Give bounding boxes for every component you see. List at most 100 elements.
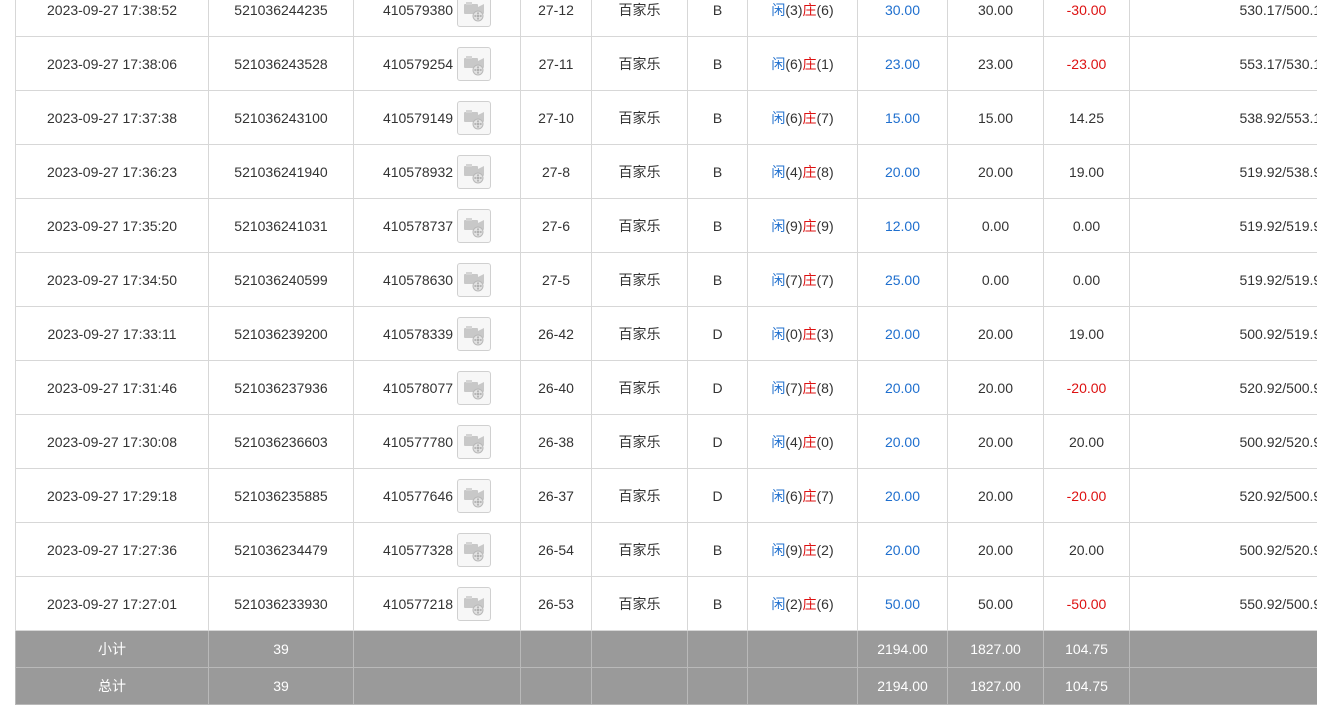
video-replay-button[interactable]: [457, 586, 492, 621]
player-score: (4): [785, 433, 803, 450]
video-replay-button[interactable]: [457, 262, 492, 297]
video-replay-button[interactable]: [457, 208, 492, 243]
bet-time: 2023-09-27 17:29:18: [15, 468, 209, 523]
video-camera-icon: [458, 268, 490, 292]
game-number-cell: 410577780: [353, 414, 521, 469]
video-camera-icon: [458, 160, 490, 184]
bet-number: 521036237936: [208, 360, 354, 415]
valid-bet: 23.00: [947, 36, 1044, 91]
valid-bet: 15.00: [947, 90, 1044, 145]
valid-bet: 20.00: [947, 414, 1044, 469]
player-score: (9): [785, 541, 803, 558]
balance-change: 500.92/520.92: [1129, 522, 1317, 577]
player-label: 闲: [771, 55, 786, 72]
video-replay-button[interactable]: [457, 370, 492, 405]
table-row: 2023-09-27 17:34:50 521036240599 410578630…: [15, 252, 1317, 307]
result-cell: 闲(0)庄(3): [747, 306, 858, 361]
table-body: 2023-09-27 17:38:52 521036244235 410579380…: [15, 0, 1317, 705]
banker-score: (9): [816, 217, 834, 234]
bet-number: 521036239200: [208, 306, 354, 361]
valid-bet: 20.00: [947, 144, 1044, 199]
bet-number: 521036241940: [208, 144, 354, 199]
game-type: 百家乐: [591, 576, 688, 631]
game-number: 410577780: [382, 433, 454, 450]
subtotal-win: 104.75: [1043, 630, 1130, 668]
balance-change: 519.92/538.92: [1129, 144, 1317, 199]
game-number: 410577218: [382, 595, 454, 612]
player-score: (2): [785, 595, 803, 612]
player-label: 闲: [771, 163, 786, 180]
game-number-cell: 410578077: [353, 360, 521, 415]
valid-bet: 20.00: [947, 468, 1044, 523]
win-loss: -30.00: [1043, 0, 1130, 37]
valid-bet: 50.00: [947, 576, 1044, 631]
shoe-round: 26-54: [520, 522, 592, 577]
valid-bet: 30.00: [947, 0, 1044, 37]
video-replay-button[interactable]: [457, 0, 492, 27]
player-score: (6): [785, 109, 803, 126]
total-bet: 2194.00: [857, 667, 948, 705]
game-number: 410577328: [382, 541, 454, 558]
banker-score: (7): [816, 487, 834, 504]
bet-amount: 20.00: [857, 522, 948, 577]
video-camera-icon: [458, 0, 490, 22]
player-label: 闲: [771, 271, 786, 288]
video-replay-button[interactable]: [457, 46, 492, 81]
game-number-cell: 410578932: [353, 144, 521, 199]
table-row: 2023-09-27 17:33:11 521036239200 410578339…: [15, 306, 1317, 361]
video-camera-icon: [458, 52, 490, 76]
bet-number: 521036240599: [208, 252, 354, 307]
bet-number: 521036234479: [208, 522, 354, 577]
banker-label: 庄: [802, 271, 817, 288]
valid-bet: 20.00: [947, 522, 1044, 577]
table-row: 2023-09-27 17:37:38 521036243100 410579149…: [15, 90, 1317, 145]
video-replay-button[interactable]: [457, 424, 492, 459]
player-label: 闲: [771, 595, 786, 612]
video-camera-icon: [458, 376, 490, 400]
win-loss: 0.00: [1043, 252, 1130, 307]
game-type: 百家乐: [591, 0, 688, 37]
video-replay-button[interactable]: [457, 154, 492, 189]
video-replay-button[interactable]: [457, 532, 492, 567]
balance-change: 519.92/519.92: [1129, 252, 1317, 307]
bet-number: 521036243100: [208, 90, 354, 145]
banker-score: (8): [816, 379, 834, 396]
table-id: B: [687, 522, 748, 577]
banker-label: 庄: [802, 379, 817, 396]
game-number: 410578932: [382, 163, 454, 180]
video-camera-icon: [458, 214, 490, 238]
video-camera-icon: [458, 322, 490, 346]
balance-change: 530.17/500.17: [1129, 0, 1317, 37]
shoe-round: 26-53: [520, 576, 592, 631]
bet-time: 2023-09-27 17:37:38: [15, 90, 209, 145]
player-label: 闲: [771, 433, 786, 450]
shoe-round: 26-38: [520, 414, 592, 469]
shoe-round: 27-6: [520, 198, 592, 253]
video-replay-button[interactable]: [457, 478, 492, 513]
win-loss: 19.00: [1043, 306, 1130, 361]
bet-time: 2023-09-27 17:27:36: [15, 522, 209, 577]
total-count: 39: [208, 667, 354, 705]
result-cell: 闲(6)庄(7): [747, 468, 858, 523]
shoe-round: 26-42: [520, 306, 592, 361]
banker-label: 庄: [802, 217, 817, 234]
bet-time: 2023-09-27 17:33:11: [15, 306, 209, 361]
game-number-cell: 410577646: [353, 468, 521, 523]
table-row: 2023-09-27 17:38:06 521036243528 410579254…: [15, 36, 1317, 91]
win-loss: 20.00: [1043, 414, 1130, 469]
video-replay-button[interactable]: [457, 316, 492, 351]
shoe-round: 27-10: [520, 90, 592, 145]
banker-label: 庄: [802, 433, 817, 450]
player-score: (7): [785, 379, 803, 396]
video-replay-button[interactable]: [457, 100, 492, 135]
subtotal-count: 39: [208, 630, 354, 668]
total-label: 总计: [15, 667, 209, 705]
table-row: 2023-09-27 17:27:01 521036233930 410577218…: [15, 576, 1317, 631]
result-cell: 闲(7)庄(7): [747, 252, 858, 307]
game-number: 410577646: [382, 487, 454, 504]
video-camera-icon: [458, 106, 490, 130]
table-id: B: [687, 144, 748, 199]
banker-label: 庄: [802, 1, 817, 18]
table-id: D: [687, 468, 748, 523]
bet-amount: 20.00: [857, 144, 948, 199]
